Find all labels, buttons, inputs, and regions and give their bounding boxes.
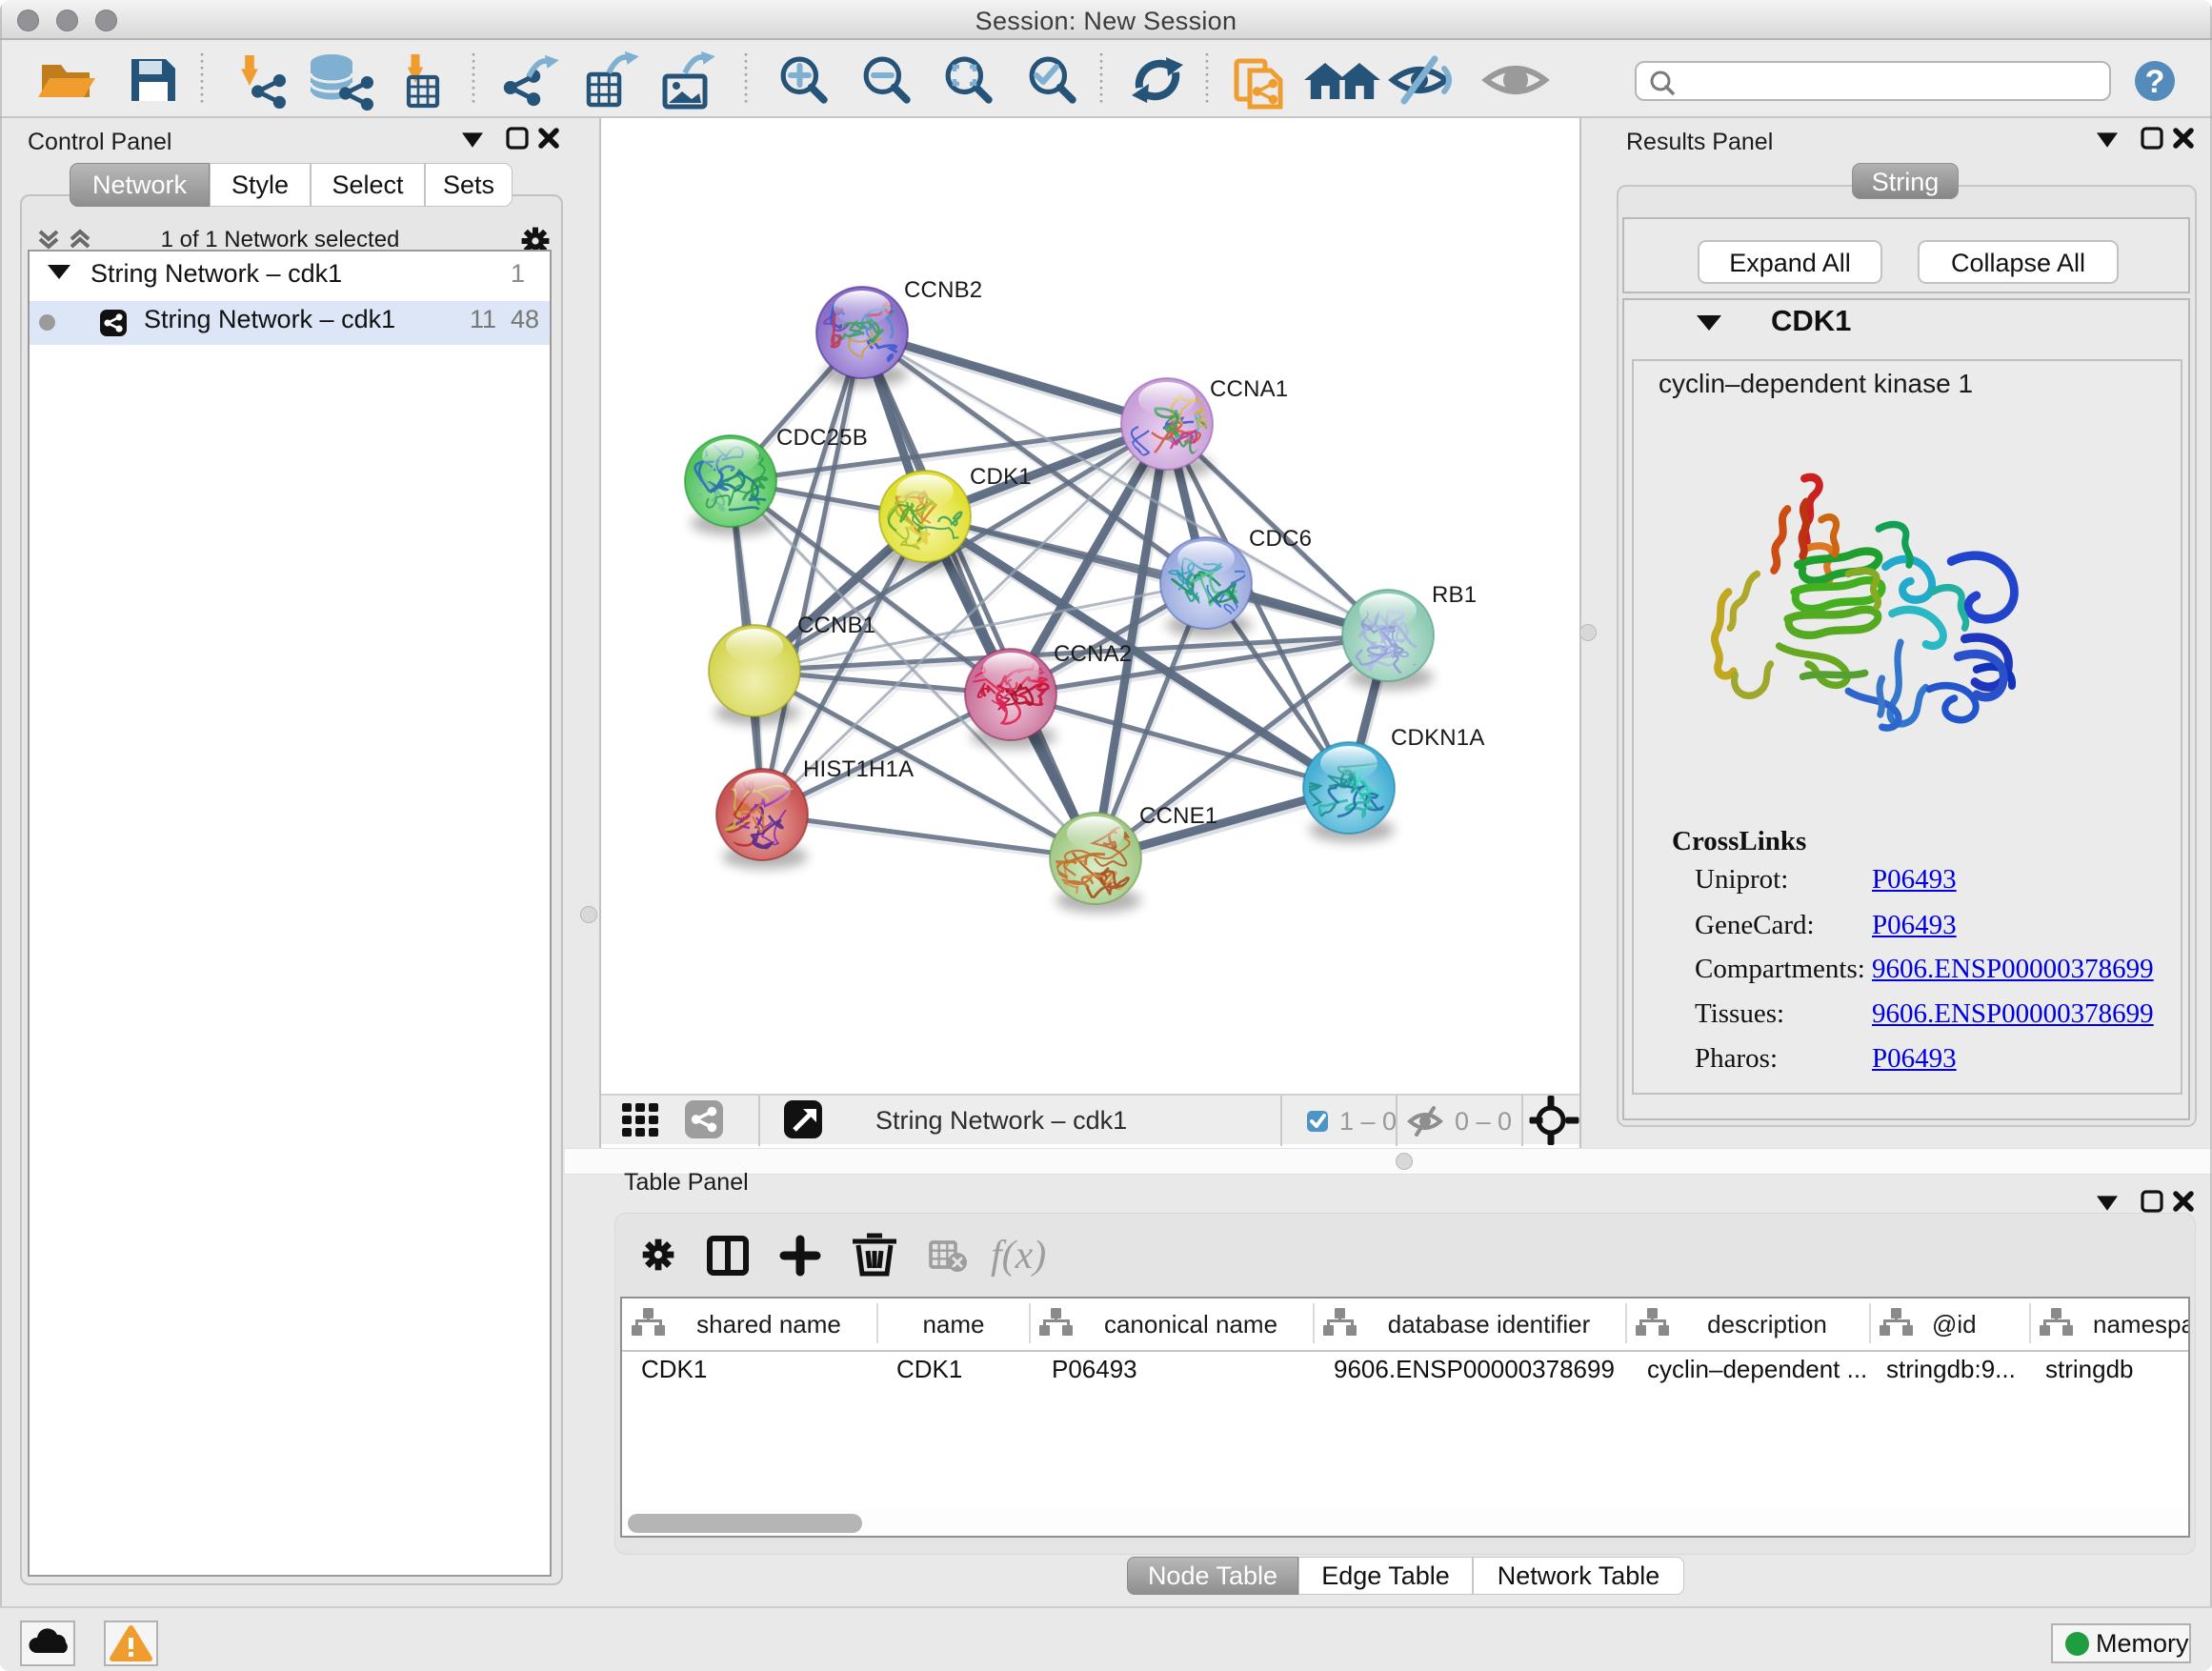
svg-text:HIST1H1A: HIST1H1A <box>803 756 914 782</box>
svg-text:CCNB1: CCNB1 <box>797 613 875 638</box>
svg-text:shared name: shared name <box>696 1310 841 1339</box>
svg-text:@id: @id <box>1932 1310 1977 1339</box>
svg-text:CDC6: CDC6 <box>1249 526 1312 552</box>
svg-text:namespace: namespace <box>2093 1310 2188 1339</box>
svg-text:f(x): f(x) <box>991 1234 1046 1278</box>
svg-text:CDKN1A: CDKN1A <box>1391 725 1485 751</box>
svg-text:description: description <box>1707 1310 1827 1339</box>
svg-text:0 – 0: 0 – 0 <box>1455 1107 1512 1136</box>
svg-text:String Network – cdk1: String Network – cdk1 <box>875 1106 1127 1135</box>
svg-text:1 – 0: 1 – 0 <box>1339 1107 1397 1136</box>
svg-text:RB1: RB1 <box>1432 582 1477 608</box>
svg-text:CDC25B: CDC25B <box>776 425 868 451</box>
svg-text:CCNA2: CCNA2 <box>1054 641 1132 667</box>
svg-text:name: name <box>922 1310 984 1339</box>
svg-text:CDK1: CDK1 <box>970 464 1032 490</box>
svg-text:database identifier: database identifier <box>1388 1310 1591 1339</box>
svg-text:CCNA1: CCNA1 <box>1210 376 1288 402</box>
svg-text:CCNB2: CCNB2 <box>904 277 982 303</box>
svg-text:CCNE1: CCNE1 <box>1139 803 1217 829</box>
svg-text:?: ? <box>2145 64 2165 100</box>
svg-text:canonical name: canonical name <box>1104 1310 1277 1339</box>
